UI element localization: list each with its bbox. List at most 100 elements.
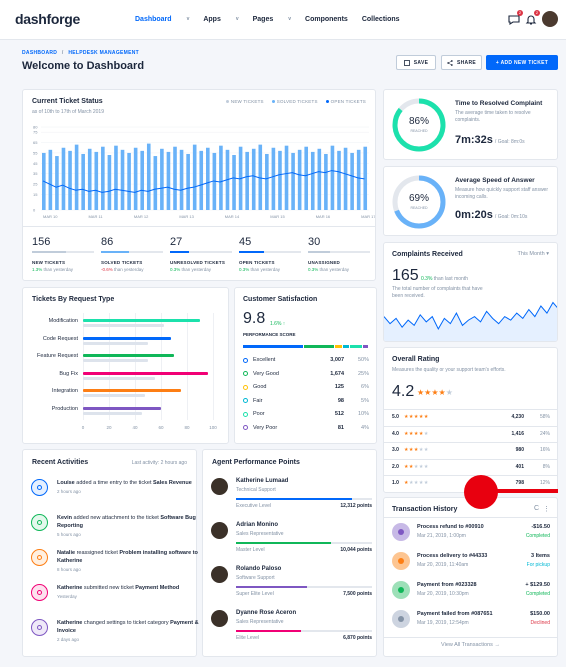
resolved-title: Time to Resolved Complaint: [455, 100, 543, 107]
solved-bar: [291, 152, 295, 210]
request-bar: [83, 319, 200, 322]
ring-icon: [243, 425, 248, 430]
agent-avatar: [211, 610, 228, 627]
csat-title: Customer Satisfaction: [243, 296, 318, 303]
solved-bar: [192, 144, 197, 210]
nav-item-dashboard[interactable]: Dashboard: [135, 16, 172, 23]
transaction-title: Payment failed from #087651: [417, 611, 493, 617]
ticket-status-chart: 0 15 25 35 45 55 65 7580 MAR 10 MAR 11 MAR 12 MAR 1…: [33, 125, 375, 220]
x-tick-label: 0: [81, 425, 85, 430]
x-tick-label: 40: [132, 425, 138, 430]
messages-icon[interactable]: 2: [508, 10, 523, 26]
solved-bar: [199, 150, 204, 210]
save-button[interactable]: SAVE: [396, 55, 436, 70]
activity-time: Yesterday: [57, 594, 77, 599]
ring-icon: [243, 371, 248, 376]
more-options-icon[interactable]: ⋮: [543, 505, 550, 513]
x-tick-label: MAR 15: [270, 214, 285, 219]
activity-user[interactable]: Katherine: [57, 585, 82, 591]
period-dropdown[interactable]: This Month ▾: [517, 251, 549, 257]
agent-name: Katherine Lumaad: [236, 478, 289, 484]
activity-user[interactable]: Kevin: [57, 515, 72, 521]
stat-change: 0.3% than yesterday: [308, 267, 350, 272]
activities-title: Recent Activities: [32, 459, 89, 466]
csat-row: Excellent 3,007 50%: [243, 357, 369, 363]
star-icons: ★★★★★: [403, 480, 429, 486]
nav-item-pages[interactable]: Pages: [253, 16, 274, 23]
breadcrumb-separator: /: [61, 50, 64, 56]
solved-bar: [146, 143, 151, 210]
agent-points: 12,312 points: [340, 503, 372, 509]
x-tick-label: MAR 10: [43, 214, 58, 219]
category-label: Code Request: [42, 335, 78, 342]
category-label: Production: [51, 405, 78, 412]
stat-change: 1.3% than yesterday: [32, 267, 74, 272]
add-new-ticket-button[interactable]: + ADD NEW TICKET: [486, 55, 558, 70]
y-tick-label: 45: [33, 161, 38, 166]
transaction-date: Mar 20, 2019, 10:30pm: [417, 591, 469, 597]
save-icon: [403, 59, 410, 66]
gridline: [109, 313, 110, 420]
solved-bar: [55, 156, 59, 210]
request-bar-secondary: [83, 324, 164, 327]
activity-user[interactable]: Natalie: [57, 550, 75, 556]
stat-value: 156: [32, 236, 51, 248]
csat-row-label: Very Poor: [253, 424, 278, 431]
complaints-title: Complaints Received: [392, 251, 463, 258]
agents-title: Agent Performance Points: [212, 459, 300, 466]
user-avatar[interactable]: [542, 11, 558, 27]
legend-open: OPEN TICKETS: [325, 99, 366, 104]
activity-user[interactable]: Louise: [57, 480, 75, 486]
rating-title: Overall Rating: [392, 356, 440, 363]
agent-level: Super Elite Level: [236, 591, 274, 597]
csat-segment: [335, 345, 343, 348]
csat-row: Very Poor 81 4%: [243, 425, 369, 431]
logo[interactable]: dashforge: [15, 11, 80, 27]
stat-unassigned: 30 UNASSIGNED 0.3% than yesterday: [308, 236, 370, 272]
rating-row-label: 2.0: [392, 463, 399, 470]
stat-progress: [101, 251, 163, 253]
truck-icon: [392, 552, 410, 570]
agent-level: Master Level: [236, 547, 265, 553]
request-bar-secondary: [83, 394, 146, 397]
rating-stars: ★★★★★: [417, 388, 453, 397]
solved-bar: [206, 147, 210, 210]
share-button[interactable]: SHARE: [441, 55, 482, 70]
transaction-status: Completed: [525, 533, 550, 539]
agent-avatar: [211, 522, 228, 539]
refresh-icon[interactable]: C: [534, 505, 539, 512]
x-tick-label: MAR 13: [179, 214, 194, 219]
divider: [384, 442, 557, 443]
breadcrumb-current[interactable]: HELPDESK MANAGEMENT: [68, 50, 139, 56]
star-icons: ★★★★★: [403, 447, 429, 453]
activity-user[interactable]: Katherine: [57, 620, 82, 626]
solved-bar: [101, 146, 105, 210]
transaction-amount: 3 Items: [531, 553, 550, 559]
activity-object[interactable]: Payment Method: [135, 585, 179, 591]
view-all-transactions-link[interactable]: View All Transactions →: [384, 642, 557, 648]
csat-row-pct: 10%: [357, 411, 369, 417]
solved-bar: [337, 150, 341, 210]
rating-row-count: 401: [515, 463, 524, 470]
bell-icon[interactable]: 2: [525, 10, 540, 25]
activity-object[interactable]: Sales Revenue: [153, 480, 192, 486]
x-tick-label: MAR 12: [134, 214, 149, 219]
rating-desc: Measures the quality or your support tea…: [392, 367, 506, 373]
breadcrumb-root[interactable]: DASHBOARD: [22, 50, 57, 56]
star-icons: ★★★★★: [403, 430, 429, 437]
stat-label: UNASSIGNED: [308, 260, 341, 265]
ring-icon: [243, 384, 248, 390]
agent-name: Dyanne Rose Aceron: [236, 610, 297, 616]
csat-row-pct: 5%: [361, 397, 369, 404]
transaction-amount: -$16.50: [531, 524, 550, 530]
nav-item-collections[interactable]: Collections: [362, 16, 400, 23]
activity-text: added new attachment to the ticket: [71, 515, 161, 521]
nav-item-components[interactable]: Components: [305, 16, 348, 23]
breadcrumb: DASHBOARD / HELPDESK MANAGEMENT: [22, 50, 139, 56]
nav-item-apps[interactable]: Apps: [203, 16, 221, 23]
chevron-down-icon: v: [186, 16, 190, 22]
solved-bar: [81, 153, 85, 210]
notification-badge: 2: [534, 10, 540, 16]
request-type-chart: 0 20 40 60 80 100 Modification Code Request Feat…: [23, 288, 230, 445]
speed-reached-label: REACHED: [410, 206, 428, 210]
